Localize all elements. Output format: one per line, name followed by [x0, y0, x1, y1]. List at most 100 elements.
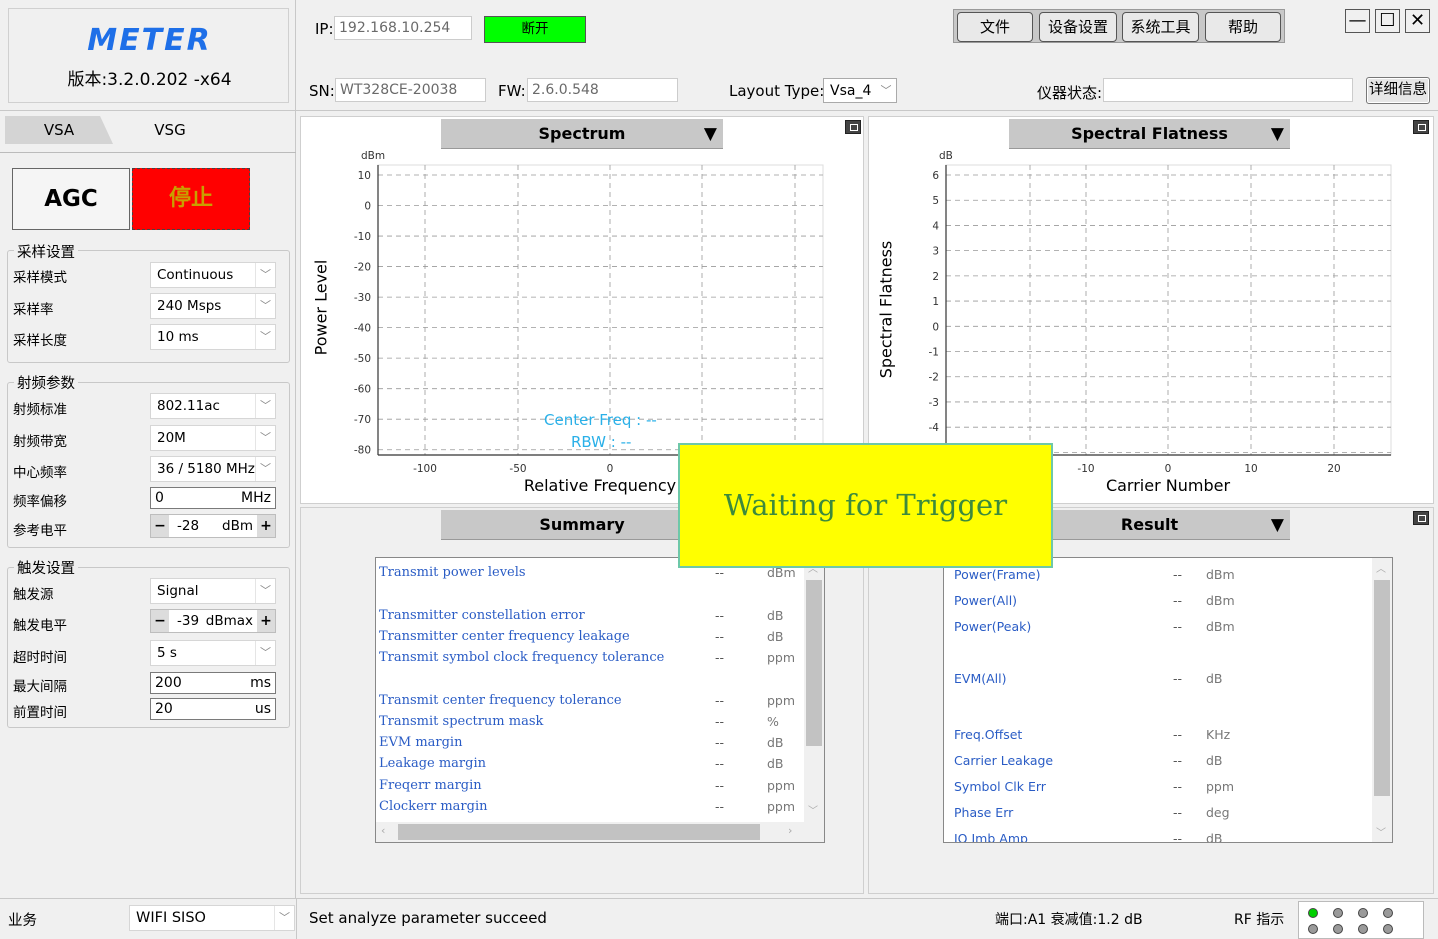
spectrum-ytick: -40 — [354, 323, 371, 335]
fw-field[interactable]: 2.6.0.548 — [527, 78, 678, 102]
freq-offset-unit: MHz — [241, 490, 271, 506]
sample-length-value: 10 ms — [157, 329, 199, 345]
trigger-source-select[interactable]: Signal ﹀ — [150, 578, 276, 604]
led-indicator-icon — [1383, 908, 1393, 918]
flatness-title-bar[interactable]: Spectral Flatness ▼ — [1009, 119, 1290, 149]
status-divider — [296, 899, 297, 939]
details-button[interactable]: 详细信息 — [1366, 77, 1430, 104]
summary-row-unit: % — [767, 714, 779, 729]
summary-list[interactable]: ︿ ﹀ ‹ › Transmit power levels -- dBm Transm… — [375, 557, 825, 843]
flatness-ytick: 3 — [932, 246, 939, 258]
scroll-thumb[interactable] — [806, 580, 822, 746]
spectrum-ytick: -10 — [354, 231, 371, 243]
result-row-name: EVM(All) — [954, 671, 1007, 686]
summary-vscrollbar[interactable]: ︿ ﹀ — [804, 558, 824, 824]
scroll-down-icon[interactable]: ﹀ — [808, 802, 818, 817]
flatness-maximize-icon[interactable] — [1413, 120, 1429, 134]
minus-icon[interactable]: − — [151, 515, 169, 537]
summary-row-unit: dB — [767, 629, 784, 644]
result-maximize-icon[interactable] — [1413, 511, 1429, 525]
menu-system-tools[interactable]: 系统工具 — [1122, 12, 1199, 42]
result-row-unit: KHz — [1206, 727, 1231, 742]
timeout-select[interactable]: 5 s ﹀ — [150, 640, 276, 666]
center-freq-value: 36 / 5180 MHz — [157, 461, 255, 477]
rf-standard-select[interactable]: 802.11ac ﹀ — [150, 393, 276, 419]
freq-offset-input[interactable]: 0 MHz — [150, 487, 276, 509]
menu-device-settings[interactable]: 设备设置 — [1039, 12, 1117, 42]
max-interval-input[interactable]: 200 ms — [150, 672, 276, 694]
result-row-value: -- — [1173, 567, 1183, 582]
stop-button[interactable]: 停止 — [132, 168, 250, 230]
spectrum-title-bar[interactable]: Spectrum ▼ — [441, 119, 723, 149]
sn-field[interactable]: WT328CE-20038 — [335, 78, 486, 102]
result-list[interactable]: ︿ ﹀ Power(Frame) -- dBm Power(All) -- dBm Powe… — [943, 557, 1393, 843]
scroll-down-icon[interactable]: ﹀ — [1376, 824, 1386, 839]
summary-title: Summary — [539, 515, 625, 534]
disconnect-button[interactable]: 断开 — [484, 16, 586, 43]
result-title: Result — [1120, 515, 1179, 534]
rf-bandwidth-value: 20M — [157, 430, 186, 446]
sample-length-select[interactable]: 10 ms ﹀ — [150, 324, 276, 350]
flatness-ytick: 2 — [932, 271, 939, 283]
result-row-unit: dBm — [1206, 567, 1235, 582]
plus-icon[interactable]: + — [257, 610, 275, 632]
sample-length-label: 采样长度 — [13, 333, 67, 349]
flatness-ytick: 5 — [932, 195, 939, 207]
header-divider — [296, 110, 1438, 111]
logo: METER — [87, 23, 212, 58]
menu-help[interactable]: 帮助 — [1205, 12, 1281, 42]
summary-row-unit: dB — [767, 608, 784, 623]
plus-icon[interactable]: + — [257, 515, 275, 537]
sample-rate-select[interactable]: 240 Msps ﹀ — [150, 293, 276, 319]
spectrum-ytick: -80 — [354, 445, 371, 457]
flatness-ytick: 1 — [932, 296, 939, 308]
rf-indicator-label: RF 指示 — [1234, 912, 1285, 928]
result-row-value: -- — [1173, 619, 1183, 634]
ref-level-label: 参考电平 — [13, 523, 67, 539]
flatness-ytick: 6 — [932, 170, 939, 182]
result-vscrollbar[interactable]: ︿ ﹀ — [1372, 558, 1392, 842]
flatness-title: Spectral Flatness — [1071, 124, 1228, 143]
layout-select[interactable]: Vsa_4 ﹀ — [823, 78, 897, 103]
spectrum-xtick: -100 — [413, 463, 437, 475]
rf-title: 射频参数 — [14, 372, 78, 393]
chevron-down-icon: ﹀ — [255, 394, 275, 418]
ip-field[interactable]: 192.168.10.254 — [334, 16, 472, 40]
center-freq-label: 中心频率 — [13, 465, 67, 481]
scroll-thumb[interactable] — [398, 824, 760, 840]
ref-level-stepper[interactable]: − -28 dBm + — [150, 514, 276, 538]
center-freq-select[interactable]: 36 / 5180 MHz ﹀ — [150, 456, 276, 482]
flatness-ytick: -3 — [929, 397, 939, 409]
left-divider — [0, 110, 296, 111]
tab-vsa[interactable]: VSA — [5, 116, 113, 144]
scroll-up-icon[interactable]: ︿ — [1376, 560, 1386, 575]
scroll-left-icon[interactable]: ‹ — [381, 824, 385, 837]
spectrum-maximize-icon[interactable] — [845, 120, 861, 134]
minus-icon[interactable]: − — [151, 610, 169, 632]
flatness-ytick: -4 — [929, 422, 940, 434]
rf-bandwidth-select[interactable]: 20M ﹀ — [150, 425, 276, 451]
sample-rate-label: 采样率 — [13, 302, 54, 318]
close-button[interactable]: ✕ — [1405, 9, 1430, 33]
menu-file[interactable]: 文件 — [957, 12, 1033, 42]
flatness-ytick: -2 — [929, 372, 939, 384]
summary-row-name: Transmit center frequency tolerance — [379, 693, 622, 708]
rf-indicator-panel — [1298, 901, 1424, 939]
pre-time-input[interactable]: 20 us — [150, 698, 276, 720]
minimize-button[interactable]: — — [1345, 9, 1370, 33]
instrument-status-field — [1103, 78, 1353, 102]
summary-hscrollbar[interactable]: ‹ › — [376, 822, 824, 842]
scroll-thumb[interactable] — [1374, 580, 1390, 796]
trigger-level-stepper[interactable]: − -39 dBmax + — [150, 609, 276, 633]
tab-vsg[interactable]: VSG — [115, 116, 225, 144]
sample-mode-select[interactable]: Continuous ﹀ — [150, 262, 276, 288]
maximize-button[interactable]: ☐ — [1375, 9, 1400, 33]
scroll-right-icon[interactable]: › — [788, 824, 792, 837]
close-icon: ✕ — [1409, 10, 1426, 31]
business-select[interactable]: WIFI SISO ﹀ — [129, 905, 295, 931]
result-row-name: Freq.Offset — [954, 727, 1023, 742]
agc-button[interactable]: AGC — [12, 168, 130, 230]
chevron-down-icon: ﹀ — [255, 457, 275, 481]
led-indicator-icon — [1358, 924, 1368, 934]
timeout-label: 超时时间 — [13, 650, 67, 666]
